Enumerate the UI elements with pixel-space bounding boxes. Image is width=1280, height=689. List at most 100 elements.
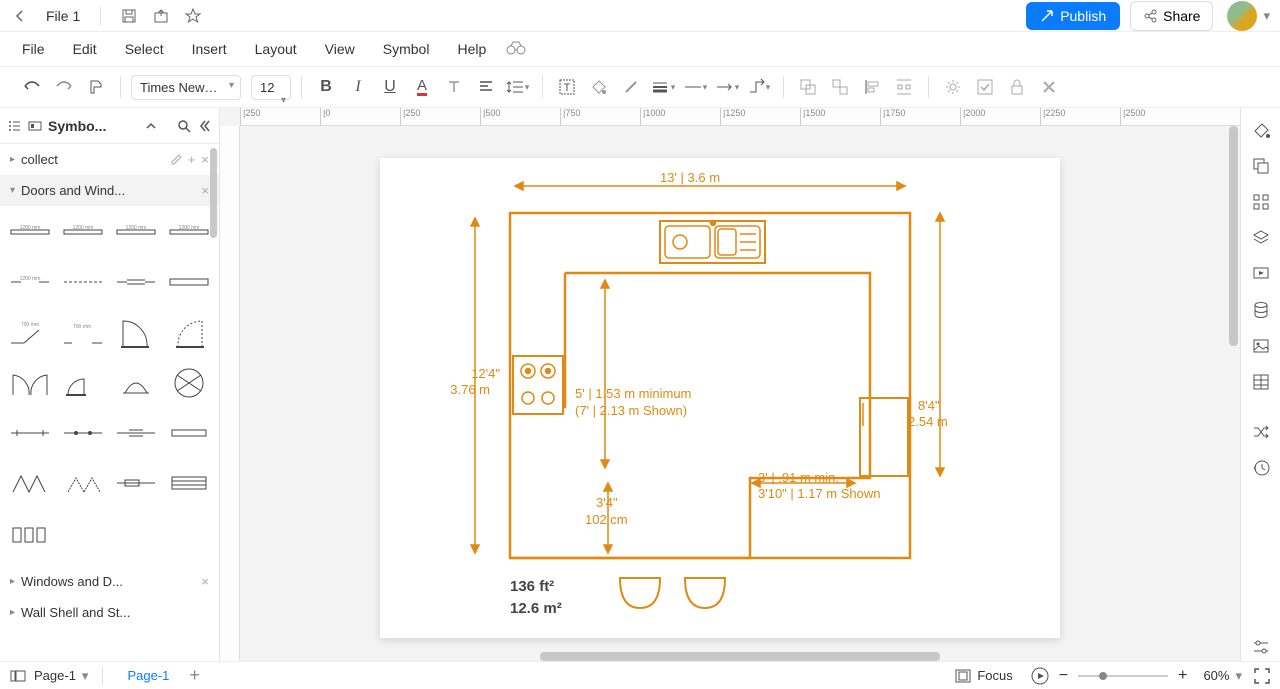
connector-icon[interactable]: ▾: [745, 73, 773, 101]
add-page-button[interactable]: +: [189, 665, 200, 686]
check-icon[interactable]: [971, 73, 999, 101]
shape-door-1[interactable]: 700 mm: [6, 313, 55, 353]
shape-opening-1[interactable]: 1200 mm: [6, 262, 55, 302]
grid-icon[interactable]: [1247, 188, 1275, 216]
shape-door-swing-2[interactable]: [164, 313, 213, 353]
sidebar-scrollbar[interactable]: [210, 148, 217, 238]
shape-opening-3[interactable]: [112, 262, 161, 302]
page-caret[interactable]: ▾: [82, 668, 89, 684]
pages-icon[interactable]: [10, 669, 26, 683]
bold-icon[interactable]: B: [312, 73, 340, 101]
shape-door-swing-1[interactable]: [112, 313, 161, 353]
italic-icon[interactable]: I: [344, 73, 372, 101]
zoom-percent[interactable]: 60%: [1203, 668, 1229, 683]
shuffle-icon[interactable]: [1247, 418, 1275, 446]
avatar[interactable]: [1227, 1, 1257, 31]
shape-wall-1[interactable]: 1200 mm: [6, 212, 55, 252]
publish-button[interactable]: Publish: [1026, 2, 1120, 30]
shape-door-2[interactable]: 700 mm: [59, 313, 108, 353]
paint-bucket-icon[interactable]: [1247, 116, 1275, 144]
group-icon[interactable]: [794, 73, 822, 101]
vertical-scrollbar[interactable]: [1229, 126, 1238, 346]
underline-icon[interactable]: U: [376, 73, 404, 101]
shape-slider[interactable]: [112, 463, 161, 503]
layers-icon[interactable]: [1247, 224, 1275, 252]
menu-insert[interactable]: Insert: [178, 35, 241, 63]
shape-window-4[interactable]: [164, 413, 213, 453]
fullscreen-icon[interactable]: [1254, 668, 1270, 684]
shape-triple[interactable]: [6, 514, 55, 554]
shape-wall-4[interactable]: 1200 mm: [164, 212, 213, 252]
collapse-icon[interactable]: [197, 119, 211, 133]
section-collect[interactable]: ▸collect +×: [0, 144, 219, 175]
menu-edit[interactable]: Edit: [59, 35, 111, 63]
shape-window-3[interactable]: [112, 413, 161, 453]
history-icon[interactable]: [1247, 454, 1275, 482]
font-color-icon[interactable]: A: [408, 73, 436, 101]
zoom-out-button[interactable]: −: [1059, 667, 1068, 685]
present-icon[interactable]: [1247, 260, 1275, 288]
align-icon[interactable]: [472, 73, 500, 101]
distribute-icon[interactable]: [890, 73, 918, 101]
shape-opening-4[interactable]: [164, 262, 213, 302]
chevron-up-icon[interactable]: [145, 120, 157, 132]
back-button[interactable]: [10, 6, 30, 26]
star-icon[interactable]: [183, 6, 203, 26]
settings-icon[interactable]: [1247, 633, 1275, 661]
tools-icon[interactable]: [1035, 73, 1063, 101]
shape-window-1[interactable]: [6, 413, 55, 453]
shape-window-2[interactable]: [59, 413, 108, 453]
redo-icon[interactable]: [50, 73, 78, 101]
shape-wall-2[interactable]: 1200 mm: [59, 212, 108, 252]
shape-opening-2[interactable]: [59, 262, 108, 302]
send-back-icon[interactable]: [1247, 152, 1275, 180]
share-button[interactable]: Share: [1130, 1, 1213, 31]
font-size-select[interactable]: 12: [251, 75, 291, 100]
align-left-icon[interactable]: [858, 73, 886, 101]
play-icon[interactable]: [1031, 667, 1049, 685]
fill-icon[interactable]: [585, 73, 613, 101]
search-icon[interactable]: [506, 41, 526, 58]
section-windows[interactable]: ▸Windows and D... ×: [0, 566, 219, 597]
table-icon[interactable]: [1247, 368, 1275, 396]
shape-bifold-2[interactable]: [59, 463, 108, 503]
image-icon[interactable]: [1247, 332, 1275, 360]
database-icon[interactable]: [1247, 296, 1275, 324]
text-box-icon[interactable]: T: [553, 73, 581, 101]
close-icon[interactable]: ×: [201, 183, 209, 198]
shape-double-door-1[interactable]: [6, 363, 55, 403]
menu-view[interactable]: View: [311, 35, 369, 63]
edit-icon[interactable]: [170, 152, 182, 164]
text-format-icon[interactable]: [440, 73, 468, 101]
line-color-icon[interactable]: [617, 73, 645, 101]
panel-menu-icon[interactable]: [8, 119, 22, 133]
section-wallshell[interactable]: ▸Wall Shell and St...: [0, 597, 219, 628]
save-icon[interactable]: [119, 6, 139, 26]
zoom-slider[interactable]: [1078, 671, 1168, 681]
menu-symbol[interactable]: Symbol: [369, 35, 444, 63]
close-icon[interactable]: ×: [201, 152, 209, 167]
menu-help[interactable]: Help: [443, 35, 500, 63]
section-doors[interactable]: ▾Doors and Wind... ×: [0, 175, 219, 206]
menu-select[interactable]: Select: [111, 35, 178, 63]
focus-icon[interactable]: [955, 669, 971, 683]
shape-wall-3[interactable]: 1200 mm: [112, 212, 161, 252]
avatar-menu-caret[interactable]: ▾: [1263, 8, 1270, 24]
add-icon[interactable]: +: [188, 152, 196, 167]
font-select[interactable]: Times New Ro...: [131, 75, 241, 100]
focus-label[interactable]: Focus: [977, 668, 1012, 683]
line-weight-icon[interactable]: ▾: [649, 73, 677, 101]
lock-icon[interactable]: [1003, 73, 1031, 101]
search-icon[interactable]: [177, 119, 191, 133]
close-icon[interactable]: ×: [201, 574, 209, 589]
horizontal-scrollbar[interactable]: [540, 652, 940, 661]
brightness-icon[interactable]: [939, 73, 967, 101]
line-style-icon[interactable]: ▾: [681, 73, 709, 101]
line-spacing-icon[interactable]: ▾: [504, 73, 532, 101]
export-icon[interactable]: [151, 6, 171, 26]
format-painter-icon[interactable]: [82, 73, 110, 101]
zoom-caret[interactable]: ▾: [1235, 668, 1242, 684]
shape-revolving-door[interactable]: [112, 363, 161, 403]
zoom-in-button[interactable]: +: [1178, 667, 1187, 685]
arrow-style-icon[interactable]: ▾: [713, 73, 741, 101]
